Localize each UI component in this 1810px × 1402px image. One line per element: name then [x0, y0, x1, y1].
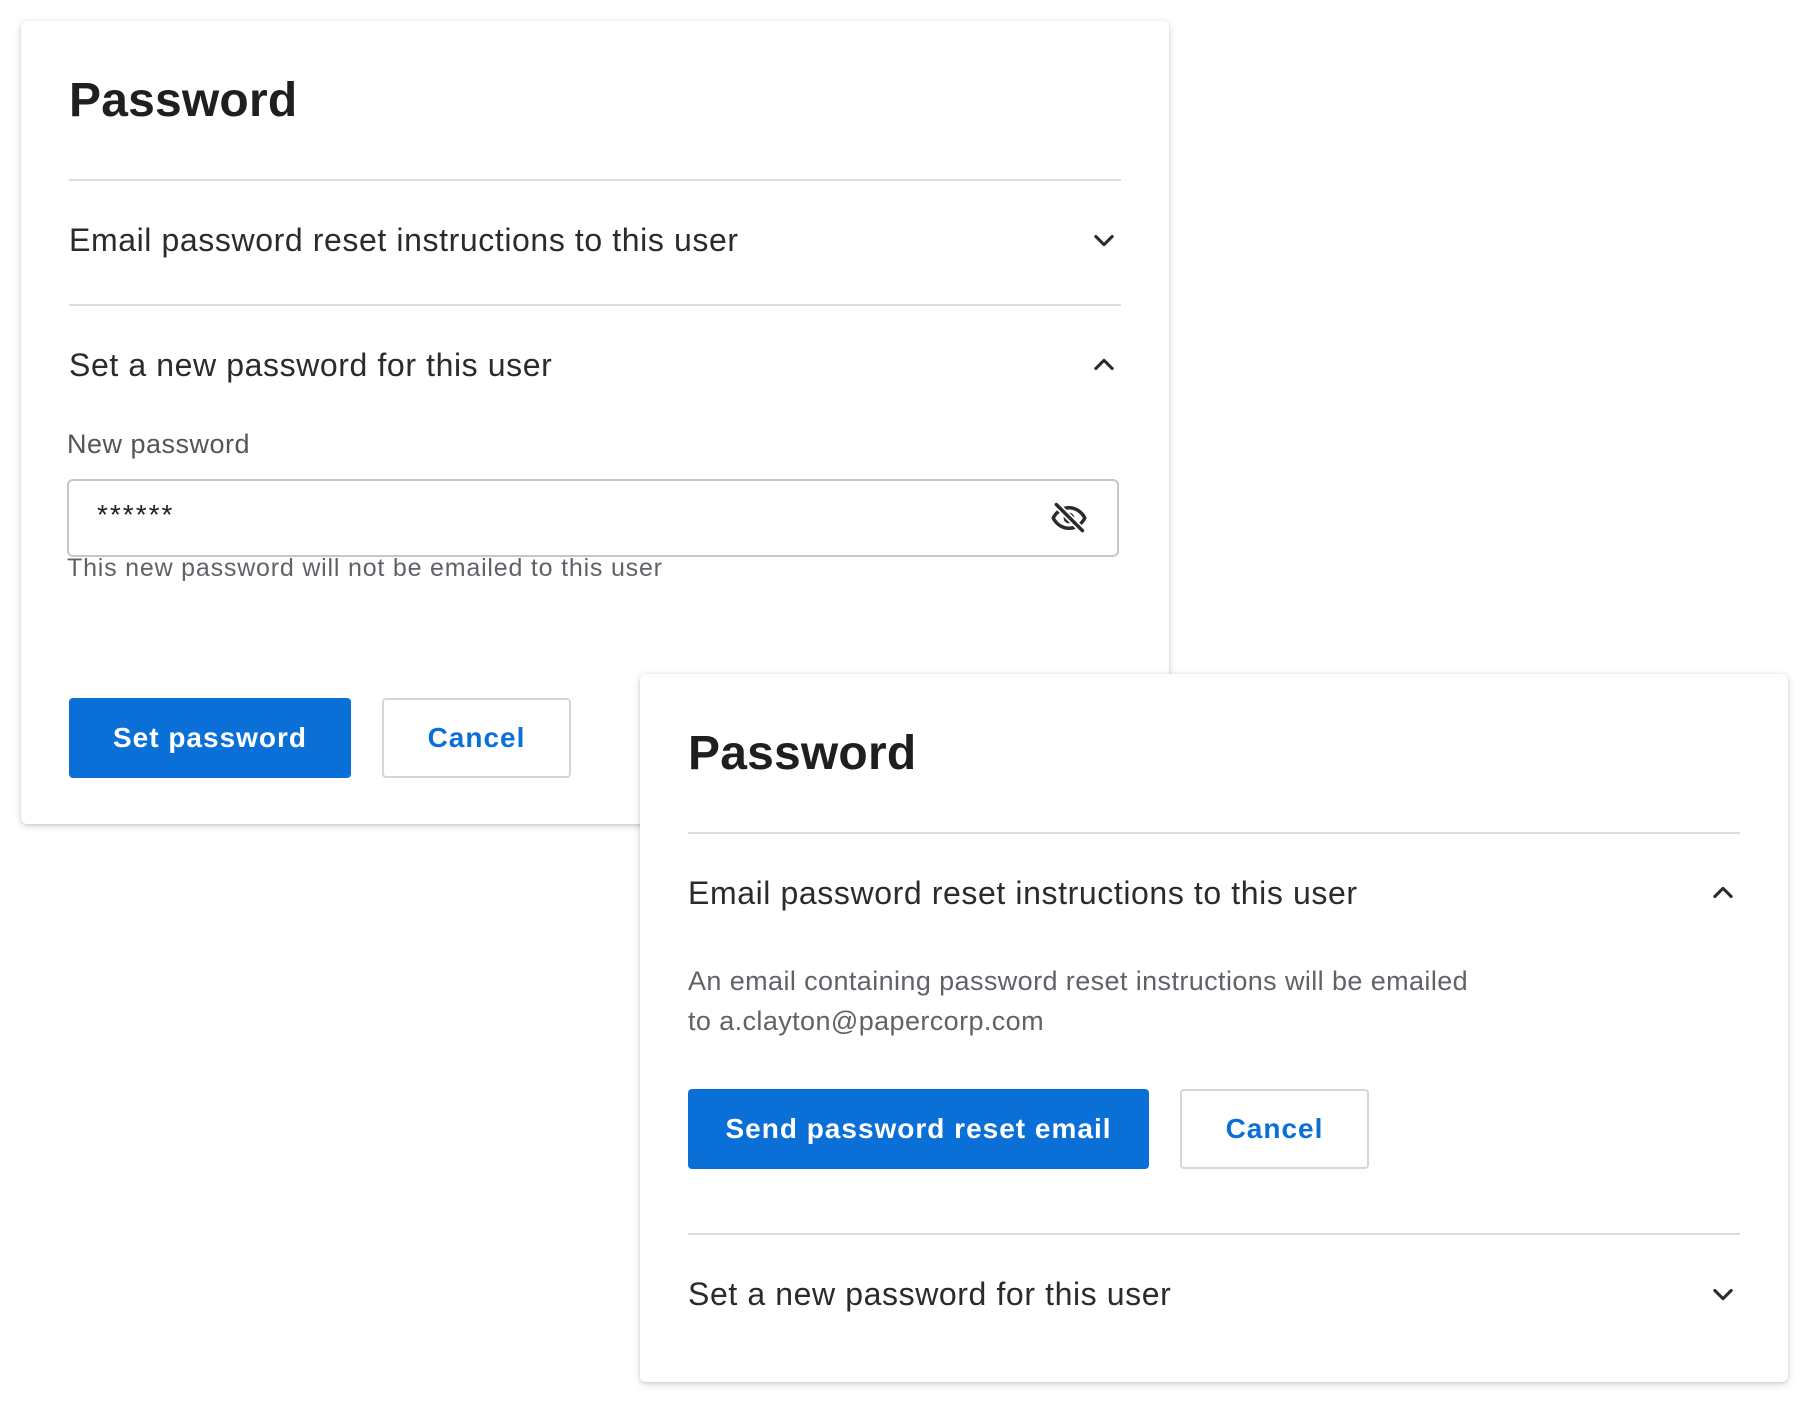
divider [69, 304, 1121, 306]
section-set-password-toggle[interactable]: Set a new password for this user [688, 1259, 1740, 1329]
section-set-password-toggle[interactable]: Set a new password for this user [69, 330, 1121, 400]
cancel-button[interactable]: Cancel [382, 698, 571, 778]
reset-email-description-line-2: to a.clayton@papercorp.com [688, 1006, 1044, 1036]
chevron-down-icon [1706, 1277, 1740, 1311]
new-password-helper-text: This new password will not be emailed to… [67, 554, 663, 582]
section-email-reset-toggle[interactable]: Email password reset instructions to thi… [688, 858, 1740, 928]
card-title: Password [688, 727, 917, 780]
section-set-password-label: Set a new password for this user [688, 1275, 1172, 1312]
stage: Password Email password reset instructio… [0, 0, 1810, 1402]
card-title: Password [69, 74, 298, 127]
chevron-up-icon [1087, 348, 1121, 382]
new-password-input[interactable] [97, 499, 1049, 531]
new-password-field-container [67, 479, 1119, 557]
section-email-reset-toggle[interactable]: Email password reset instructions to thi… [69, 205, 1121, 275]
chevron-up-icon [1706, 876, 1740, 910]
section-email-reset-label: Email password reset instructions to thi… [69, 221, 739, 258]
password-card-reset-email: Password Email password reset instructio… [640, 674, 1788, 1382]
divider [69, 179, 1121, 181]
send-password-reset-email-button[interactable]: Send password reset email [688, 1089, 1149, 1169]
chevron-down-icon [1087, 223, 1121, 257]
cancel-button[interactable]: Cancel [1180, 1089, 1369, 1169]
reset-email-description-line-1: An email containing password reset instr… [688, 966, 1469, 996]
divider [688, 832, 1740, 834]
new-password-label: New password [67, 429, 251, 459]
set-password-button[interactable]: Set password [69, 698, 351, 778]
reset-email-description: An email containing password reset instr… [688, 961, 1588, 1041]
eye-off-icon[interactable] [1049, 498, 1089, 538]
divider [688, 1233, 1740, 1235]
section-email-reset-label: Email password reset instructions to thi… [688, 874, 1358, 911]
section-set-password-label: Set a new password for this user [69, 346, 553, 383]
